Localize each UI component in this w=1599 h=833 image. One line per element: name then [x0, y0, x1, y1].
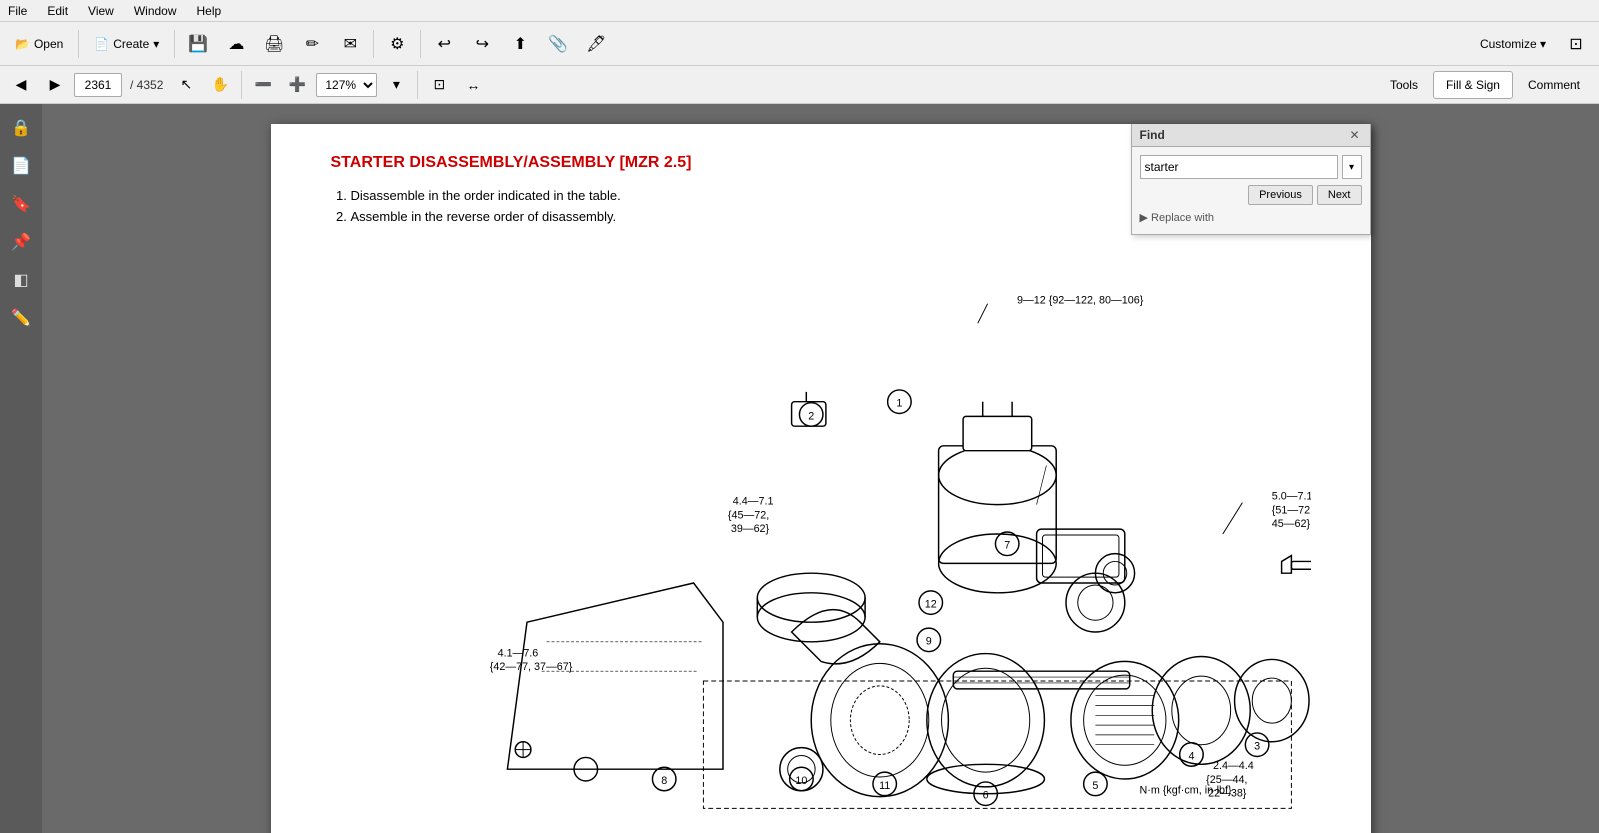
find-panel-title: Find: [1140, 128, 1165, 142]
open-button[interactable]: 📂 Open: [6, 32, 72, 56]
replace-with-label: ▶ Replace with: [1140, 211, 1215, 224]
svg-text:4: 4: [1188, 750, 1194, 762]
create-icon: 📄: [94, 37, 109, 51]
svg-text:{45—72,: {45—72,: [727, 509, 768, 521]
redo-button[interactable]: ↪: [465, 27, 499, 61]
svg-text:45—62}: 45—62}: [1271, 518, 1310, 530]
undo-button[interactable]: ↩: [427, 27, 461, 61]
sidebar-icon-layers[interactable]: ◧: [5, 264, 37, 296]
save-button[interactable]: 💾: [181, 27, 215, 61]
zoom-dropdown-button[interactable]: ▾: [381, 71, 411, 99]
nav-toolbar: ◀ ▶ / 4352 ↖ ✋ ➖ ➕ 127% 100% 75% 150% 20…: [0, 66, 1599, 104]
svg-text:2.4—4.4: 2.4—4.4: [1213, 760, 1254, 772]
svg-text:10: 10: [795, 775, 807, 787]
sidebar-icon-page[interactable]: 📄: [5, 150, 37, 182]
svg-text:5.0—7.1: 5.0—7.1: [1271, 491, 1310, 503]
find-next-button[interactable]: Next: [1317, 185, 1362, 205]
svg-text:N·m {kgf·cm, in·lbf}: N·m {kgf·cm, in·lbf}: [1139, 785, 1232, 797]
sidebar-icon-tools[interactable]: ✏️: [5, 302, 37, 334]
svg-text:6: 6: [982, 790, 988, 802]
find-panel: Find ✕ ▾ Previous Next ▶ Replace with: [1131, 124, 1371, 235]
zoom-out-button[interactable]: ➖: [248, 71, 278, 99]
svg-text:7: 7: [1004, 540, 1010, 552]
svg-text:12: 12: [924, 599, 936, 611]
sign-button[interactable]: 🖋: [579, 27, 613, 61]
menu-help[interactable]: Help: [193, 2, 226, 20]
nav-next-page-button[interactable]: ▶: [40, 71, 70, 99]
fit-page-button[interactable]: ⊡: [424, 71, 454, 99]
find-previous-button[interactable]: Previous: [1248, 185, 1313, 205]
right-toolbar: Tools Fill & Sign Comment: [1377, 71, 1593, 99]
find-close-button[interactable]: ✕: [1347, 128, 1361, 142]
print-button[interactable]: 🖨: [257, 27, 291, 61]
tab-fill-sign[interactable]: Fill & Sign: [1433, 71, 1513, 99]
svg-text:39—62}: 39—62}: [730, 523, 769, 535]
replace-with-toggle[interactable]: ▶ Replace with: [1140, 209, 1362, 226]
separator-2: [174, 30, 175, 58]
menu-bar: File Edit View Window Help: [0, 0, 1599, 22]
tab-comment[interactable]: Comment: [1515, 71, 1593, 99]
main-layout: 🔒 📄 🔖 📌 ◧ ✏️ STARTER DISASSEMBLY/ASSEMBL…: [0, 104, 1599, 833]
svg-text:9: 9: [925, 636, 931, 648]
fullscreen-button[interactable]: ⊡: [1559, 27, 1593, 61]
svg-text:4.1—7.6: 4.1—7.6: [497, 648, 538, 660]
svg-text:{42—77, 37—67}: {42—77, 37—67}: [489, 661, 572, 673]
export-button[interactable]: ⬆: [503, 27, 537, 61]
tab-tools[interactable]: Tools: [1377, 71, 1431, 99]
menu-view[interactable]: View: [84, 2, 118, 20]
exploded-diagram: 4.4—7.1 {45—72, 39—62} 4.1—7.6 {42—77, 3…: [331, 244, 1311, 824]
find-input-row: ▾: [1140, 155, 1362, 179]
open-icon: 📂: [15, 37, 30, 51]
sidebar-icon-lock[interactable]: 🔒: [5, 112, 37, 144]
svg-text:1: 1: [896, 398, 902, 410]
zoom-select[interactable]: 127% 100% 75% 150% 200%: [316, 73, 377, 97]
content-area: STARTER DISASSEMBLY/ASSEMBLY [MZR 2.5] D…: [42, 104, 1599, 833]
svg-text:2: 2: [808, 410, 814, 422]
menu-file[interactable]: File: [4, 2, 31, 20]
main-toolbar: 📂 Open 📄 Create ▾ 💾 ☁ 🖨 ✏ ✉ ⚙ ↩ ↪ ⬆ 📎 🖋 …: [0, 22, 1599, 66]
edit-button[interactable]: ✏: [295, 27, 329, 61]
create-arrow-icon: ▾: [153, 37, 159, 51]
find-buttons: Previous Next: [1140, 185, 1362, 205]
hand-tool-button[interactable]: ✋: [205, 71, 235, 99]
mail-button[interactable]: ✉: [333, 27, 367, 61]
sidebar-icon-bookmark[interactable]: 🔖: [5, 188, 37, 220]
upload-button[interactable]: ☁: [219, 27, 253, 61]
page-total: / 4352: [126, 78, 167, 92]
menu-window[interactable]: Window: [130, 2, 181, 20]
page-input[interactable]: [74, 73, 122, 97]
svg-text:3: 3: [1254, 741, 1260, 753]
nav-sep-1: [241, 71, 242, 99]
svg-text:8: 8: [661, 775, 667, 787]
svg-text:5: 5: [1092, 780, 1098, 792]
cursor-tool-button[interactable]: ↖: [171, 71, 201, 99]
find-dropdown-button[interactable]: ▾: [1342, 155, 1362, 179]
customize-button[interactable]: Customize ▾: [1471, 27, 1555, 61]
separator-4: [420, 30, 421, 58]
nav-prev-page-button[interactable]: ◀: [6, 71, 36, 99]
nav-sep-2: [417, 71, 418, 99]
fit-width-button[interactable]: ↔: [458, 71, 488, 99]
separator-3: [373, 30, 374, 58]
attach-button[interactable]: 📎: [541, 27, 575, 61]
find-panel-header: Find ✕: [1132, 124, 1370, 147]
customize-label: Customize ▾: [1480, 37, 1546, 51]
separator-1: [78, 30, 79, 58]
create-button[interactable]: 📄 Create ▾: [85, 32, 168, 56]
svg-text:{51—72,: {51—72,: [1271, 504, 1310, 516]
pdf-page: STARTER DISASSEMBLY/ASSEMBLY [MZR 2.5] D…: [271, 124, 1371, 833]
svg-text:11: 11: [879, 780, 890, 792]
find-panel-body: ▾ Previous Next ▶ Replace with: [1132, 147, 1370, 234]
left-sidebar: 🔒 📄 🔖 📌 ◧ ✏️: [0, 104, 42, 833]
svg-text:4.4—7.1: 4.4—7.1: [732, 496, 773, 508]
sidebar-icon-attach[interactable]: 📌: [5, 226, 37, 258]
open-label: Open: [34, 37, 63, 51]
menu-edit[interactable]: Edit: [43, 2, 72, 20]
find-search-input[interactable]: [1140, 155, 1338, 179]
settings-button[interactable]: ⚙: [380, 27, 414, 61]
svg-text:9—12 {92—122, 80—106}: 9—12 {92—122, 80—106}: [1017, 295, 1144, 307]
create-label: Create: [113, 37, 149, 51]
diagram-area: 4.4—7.1 {45—72, 39—62} 4.1—7.6 {42—77, 3…: [331, 244, 1311, 824]
zoom-in-button[interactable]: ➕: [282, 71, 312, 99]
